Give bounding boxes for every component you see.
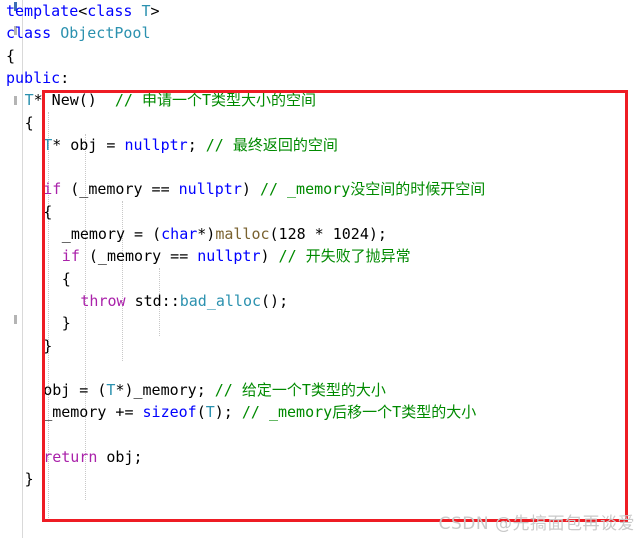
- code-token: {: [6, 46, 16, 65]
- code-line[interactable]: {: [6, 45, 15, 67]
- code-token: {: [24, 113, 34, 132]
- code-token: );: [214, 403, 242, 422]
- code-token: <: [78, 2, 88, 20]
- code-token: public: [6, 68, 61, 87]
- code-token: std::: [125, 291, 180, 310]
- code-token: _memory +=: [43, 403, 143, 422]
- code-token: obj = (: [43, 381, 107, 400]
- code-content[interactable]: template<class T> class ObjectPool{public…: [0, 0, 643, 538]
- code-token: ();: [261, 291, 289, 310]
- code-token: T: [24, 91, 34, 110]
- code-line[interactable]: if (_memory == nullptr) // 开失败了抛异常: [62, 245, 411, 267]
- code-token: if: [61, 247, 80, 266]
- code-token: obj;: [97, 448, 143, 466]
- code-token: T: [43, 135, 53, 154]
- code-line[interactable]: }: [25, 468, 34, 490]
- code-token: ): [260, 247, 279, 266]
- code-token: nullptr: [124, 135, 188, 154]
- code-token: (: [196, 403, 206, 422]
- code-token: ): [241, 180, 260, 199]
- code-token: ;: [187, 135, 206, 154]
- code-token: class: [6, 24, 52, 43]
- code-line[interactable]: if (_memory == nullptr) // _memory没空间的时候…: [43, 178, 485, 200]
- code-token: malloc: [215, 225, 270, 243]
- code-token: (_memory ==: [61, 180, 179, 199]
- code-token: char: [161, 225, 198, 243]
- code-line[interactable]: template<class T>: [6, 0, 160, 22]
- code-token: bad_alloc: [179, 291, 262, 310]
- code-token: }: [43, 336, 53, 355]
- code-line[interactable]: [6, 357, 15, 379]
- code-token: template: [6, 2, 79, 20]
- code-line[interactable]: return obj;: [43, 446, 142, 468]
- code-token: if: [43, 180, 62, 199]
- code-token: >: [150, 2, 160, 20]
- code-line[interactable]: [6, 156, 15, 178]
- code-token: nullptr: [178, 180, 242, 199]
- code-token: // 申请一个T类型大小的空间: [114, 91, 317, 110]
- code-line[interactable]: [6, 424, 15, 446]
- code-token: // _memory后移一个T类型的大小: [241, 403, 477, 422]
- code-token: return: [43, 448, 98, 466]
- code-token: // 给定一个T类型的大小: [214, 381, 386, 400]
- code-token: T: [205, 403, 215, 422]
- code-token: (_memory ==: [79, 247, 198, 266]
- code-line[interactable]: {: [62, 268, 71, 290]
- code-line[interactable]: throw std::bad_alloc();: [80, 290, 288, 312]
- code-token: // 最终返回的空间: [205, 135, 338, 154]
- csdn-watermark: CSDN @先搞面包再谈爱: [438, 514, 635, 534]
- code-line[interactable]: }: [43, 335, 52, 357]
- code-line[interactable]: T* New() // 申请一个T类型大小的空间: [25, 89, 316, 111]
- code-token: :: [60, 68, 70, 87]
- code-line[interactable]: class ObjectPool: [6, 22, 151, 44]
- code-line[interactable]: {: [43, 201, 52, 223]
- code-token: _memory = (: [61, 225, 162, 243]
- code-token: // _memory没空间的时候开空间: [259, 180, 486, 199]
- code-line[interactable]: }: [62, 312, 71, 334]
- code-token: throw: [80, 291, 126, 310]
- code-token: ObjectPool: [60, 24, 151, 43]
- code-token: }: [61, 314, 71, 333]
- code-editor-screenshot: template<class T> class ObjectPool{public…: [0, 0, 643, 538]
- code-line[interactable]: T* obj = nullptr; // 最终返回的空间: [43, 134, 338, 156]
- code-token: * obj =: [52, 135, 125, 154]
- code-line[interactable]: obj = (T*)_memory; // 给定一个T类型的大小: [43, 379, 386, 401]
- code-token: {: [61, 269, 71, 288]
- code-token: T: [141, 2, 151, 20]
- code-token: * New(): [33, 91, 115, 110]
- code-token: class: [87, 2, 133, 20]
- code-line[interactable]: public:: [6, 67, 69, 89]
- code-token: // 开失败了抛异常: [278, 247, 411, 266]
- code-line[interactable]: _memory += sizeof(T); // _memory后移一个T类型的…: [43, 401, 476, 423]
- code-token: *): [197, 225, 216, 243]
- code-token: }: [24, 470, 34, 489]
- code-line[interactable]: {: [25, 112, 34, 134]
- code-line[interactable]: _memory = (char*)malloc(128 * 1024);: [62, 223, 387, 245]
- code-token: sizeof: [142, 403, 197, 422]
- code-token: (128 * 1024);: [269, 225, 387, 243]
- code-token: *)_memory;: [115, 381, 215, 400]
- code-token: nullptr: [197, 247, 261, 266]
- code-token: {: [43, 202, 53, 221]
